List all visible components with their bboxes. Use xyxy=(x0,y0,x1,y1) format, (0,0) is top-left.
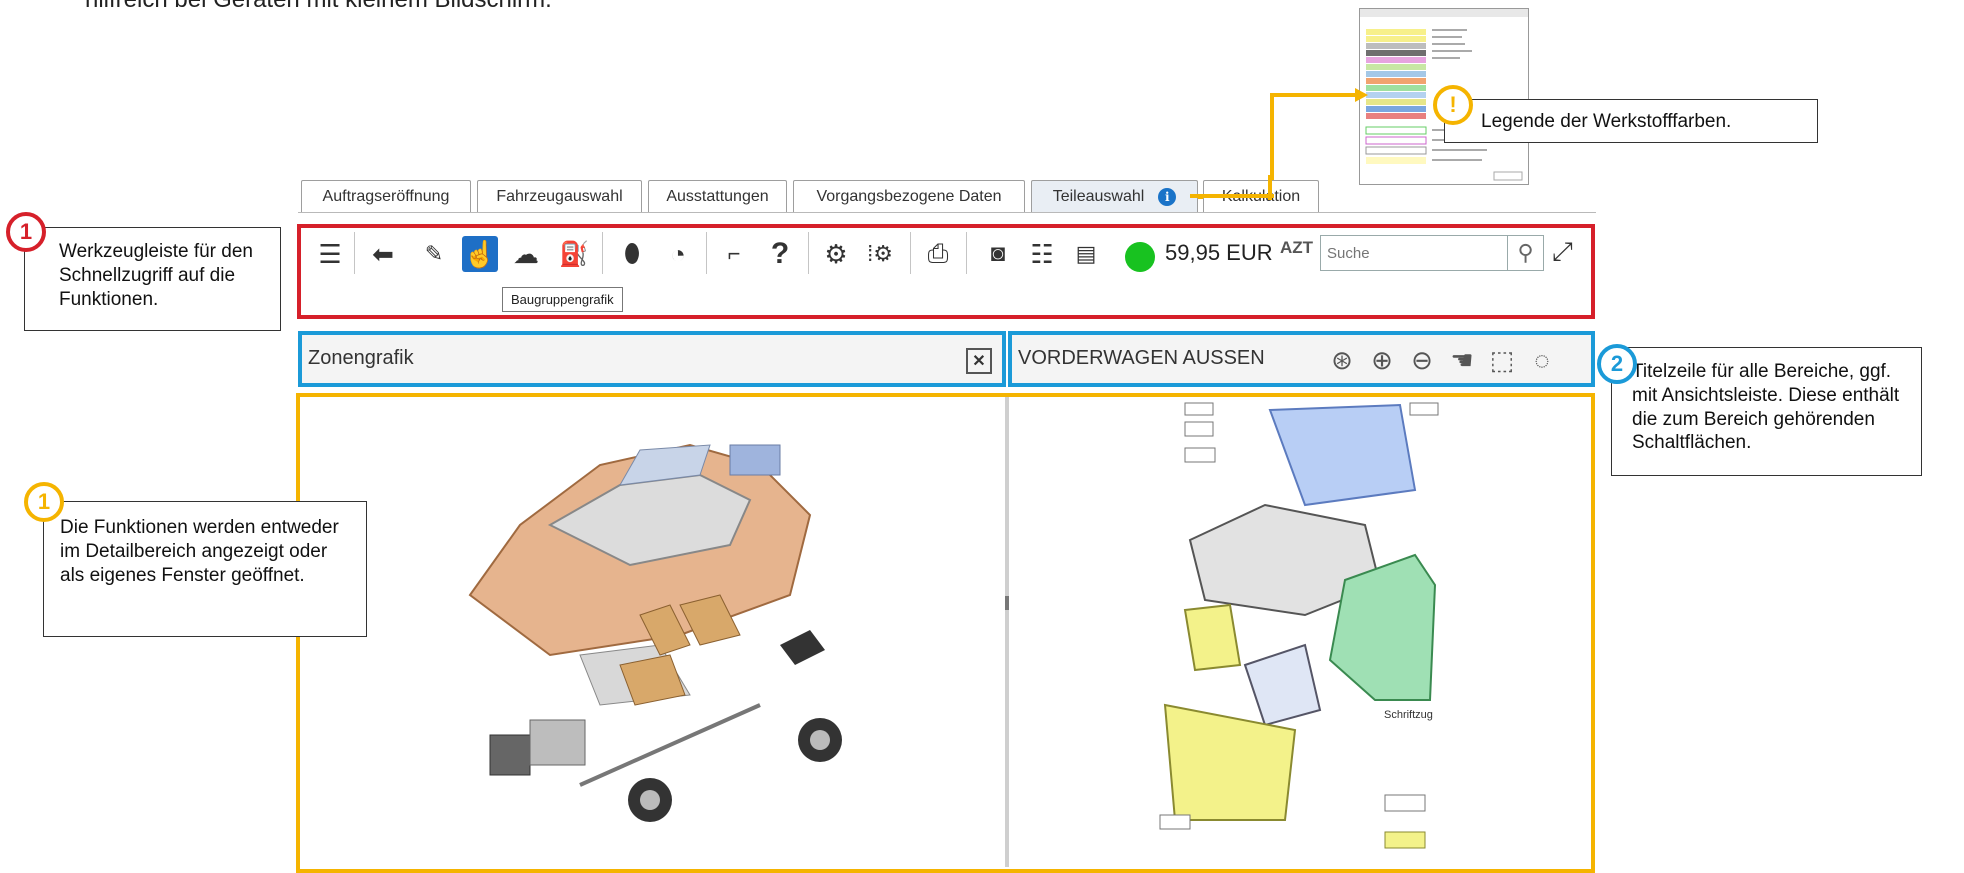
tooltip-baugruppengrafik: Baugruppengrafik xyxy=(502,287,623,312)
callout-legend-badge: ! xyxy=(1433,85,1473,125)
back-arrow-icon[interactable]: ⬅ xyxy=(365,236,401,272)
label-schriftzug: Schriftzug xyxy=(1384,709,1433,721)
callout-legend-text: Legende der Werkstofffarben. xyxy=(1481,111,1732,132)
gauge-icon[interactable]: ◔ xyxy=(660,236,696,272)
expand-icon[interactable]: ⤢ xyxy=(1552,236,1573,268)
search-input[interactable] xyxy=(1320,235,1508,271)
callout-toolbar-text: Werkzeugleiste für den Schnellzugriff au… xyxy=(59,241,253,310)
tab-ausstattungen[interactable]: Ausstattungen xyxy=(648,180,787,212)
price-total: 59,95 EUR xyxy=(1165,240,1273,265)
question-icon[interactable]: ? xyxy=(762,236,798,272)
printer-icon[interactable]: ⎙ xyxy=(920,236,956,272)
paint-brush-icon[interactable]: ⌐ xyxy=(716,236,752,272)
tab-fahrzeugauswahl[interactable]: Fahrzeugauswahl xyxy=(477,180,642,212)
toolbar-separator xyxy=(910,232,911,274)
panel-splitter[interactable] xyxy=(1005,397,1009,867)
exploded-car-illustration[interactable] xyxy=(430,405,850,825)
zoom-out-icon[interactable]: ⊖ xyxy=(1405,345,1439,376)
list-icon[interactable]: ☷ xyxy=(1024,236,1060,272)
tab-teileauswahl[interactable]: Teileauswahl i xyxy=(1031,180,1198,212)
gear-icon[interactable]: ⚙ xyxy=(818,236,854,272)
zoom-in-icon[interactable]: ⊕ xyxy=(1365,345,1399,376)
callout-titlebar-badge: 2 xyxy=(1597,344,1637,384)
tab-teileauswahl-label: Teileauswahl xyxy=(1052,187,1145,205)
toolbar-separator xyxy=(354,232,355,274)
status-indicator xyxy=(1125,242,1155,272)
toolbar-separator xyxy=(602,232,603,274)
left-panel-titlebar: Zonengrafik xyxy=(298,331,1006,387)
calculation-table-icon[interactable]: ▤ xyxy=(1068,236,1104,272)
callout-legend: Legende der Werkstofffarben. xyxy=(1444,99,1818,143)
toolbar-separator xyxy=(966,232,967,274)
callout-connector-info xyxy=(1190,194,1274,198)
search-icon[interactable]: ⚲ xyxy=(1508,235,1544,271)
lasso-select-icon[interactable]: ◌ xyxy=(1525,345,1559,376)
left-panel-title: Zonengrafik xyxy=(308,347,414,369)
intro-text: hilfreich bei Geräten mit kleinem Bildsc… xyxy=(85,0,552,14)
gas-pump-crossed-icon[interactable]: ⛽ xyxy=(556,236,592,272)
right-panel-title: VORDERWAGEN AUSSEN xyxy=(1018,347,1265,369)
callout-connector-info-vertical xyxy=(1268,175,1272,200)
menu-icon[interactable]: ☰ xyxy=(312,236,348,272)
callout-functions: Die Funktionen werden entweder im Detail… xyxy=(43,501,367,637)
tab-auftragseroeffnung[interactable]: Auftragseröffnung xyxy=(301,180,471,212)
info-icon[interactable]: i xyxy=(1158,187,1177,206)
toolbar-separator xyxy=(706,232,707,274)
callout-functions-badge: 1 xyxy=(24,482,64,522)
splitter-grip[interactable] xyxy=(1005,596,1009,610)
callout-titlebar: Titelzeile für alle Bereiche, ggf. mit A… xyxy=(1611,347,1922,476)
close-icon[interactable]: ✕ xyxy=(966,348,992,374)
assembly-graphic-hand-icon[interactable]: ☝ xyxy=(462,236,498,272)
hail-cloud-icon[interactable]: ☁ xyxy=(508,236,544,272)
callout-toolbar: Werkzeugleiste für den Schnellzugriff au… xyxy=(24,227,281,331)
tire-icon[interactable]: ⬮ xyxy=(614,236,650,272)
callout-titlebar-text: Titelzeile für alle Bereiche, ggf. mit A… xyxy=(1632,361,1900,454)
settings-grid-icon[interactable]: ⁞⚙ xyxy=(862,236,898,272)
pointer-hand-icon[interactable]: ☚ xyxy=(1445,345,1479,376)
zoom-fit-icon[interactable]: ⊛ xyxy=(1325,345,1359,376)
callout-functions-text: Die Funktionen werden entweder im Detail… xyxy=(60,517,339,586)
tab-bar-baseline xyxy=(298,212,1596,213)
callout-toolbar-badge: 1 xyxy=(6,212,46,252)
rectangle-select-icon[interactable]: ⬚ xyxy=(1485,345,1519,376)
toolbar-separator xyxy=(808,232,809,274)
eraser-icon[interactable]: ✎ xyxy=(416,236,452,272)
camera-icon[interactable]: ◙ xyxy=(980,236,1016,272)
tab-vorgangsbezogene-daten[interactable]: Vorgangsbezogene Daten xyxy=(793,180,1025,212)
front-body-parts-illustration[interactable] xyxy=(1145,400,1445,865)
azt-icon[interactable]: AZT xyxy=(1280,238,1313,258)
